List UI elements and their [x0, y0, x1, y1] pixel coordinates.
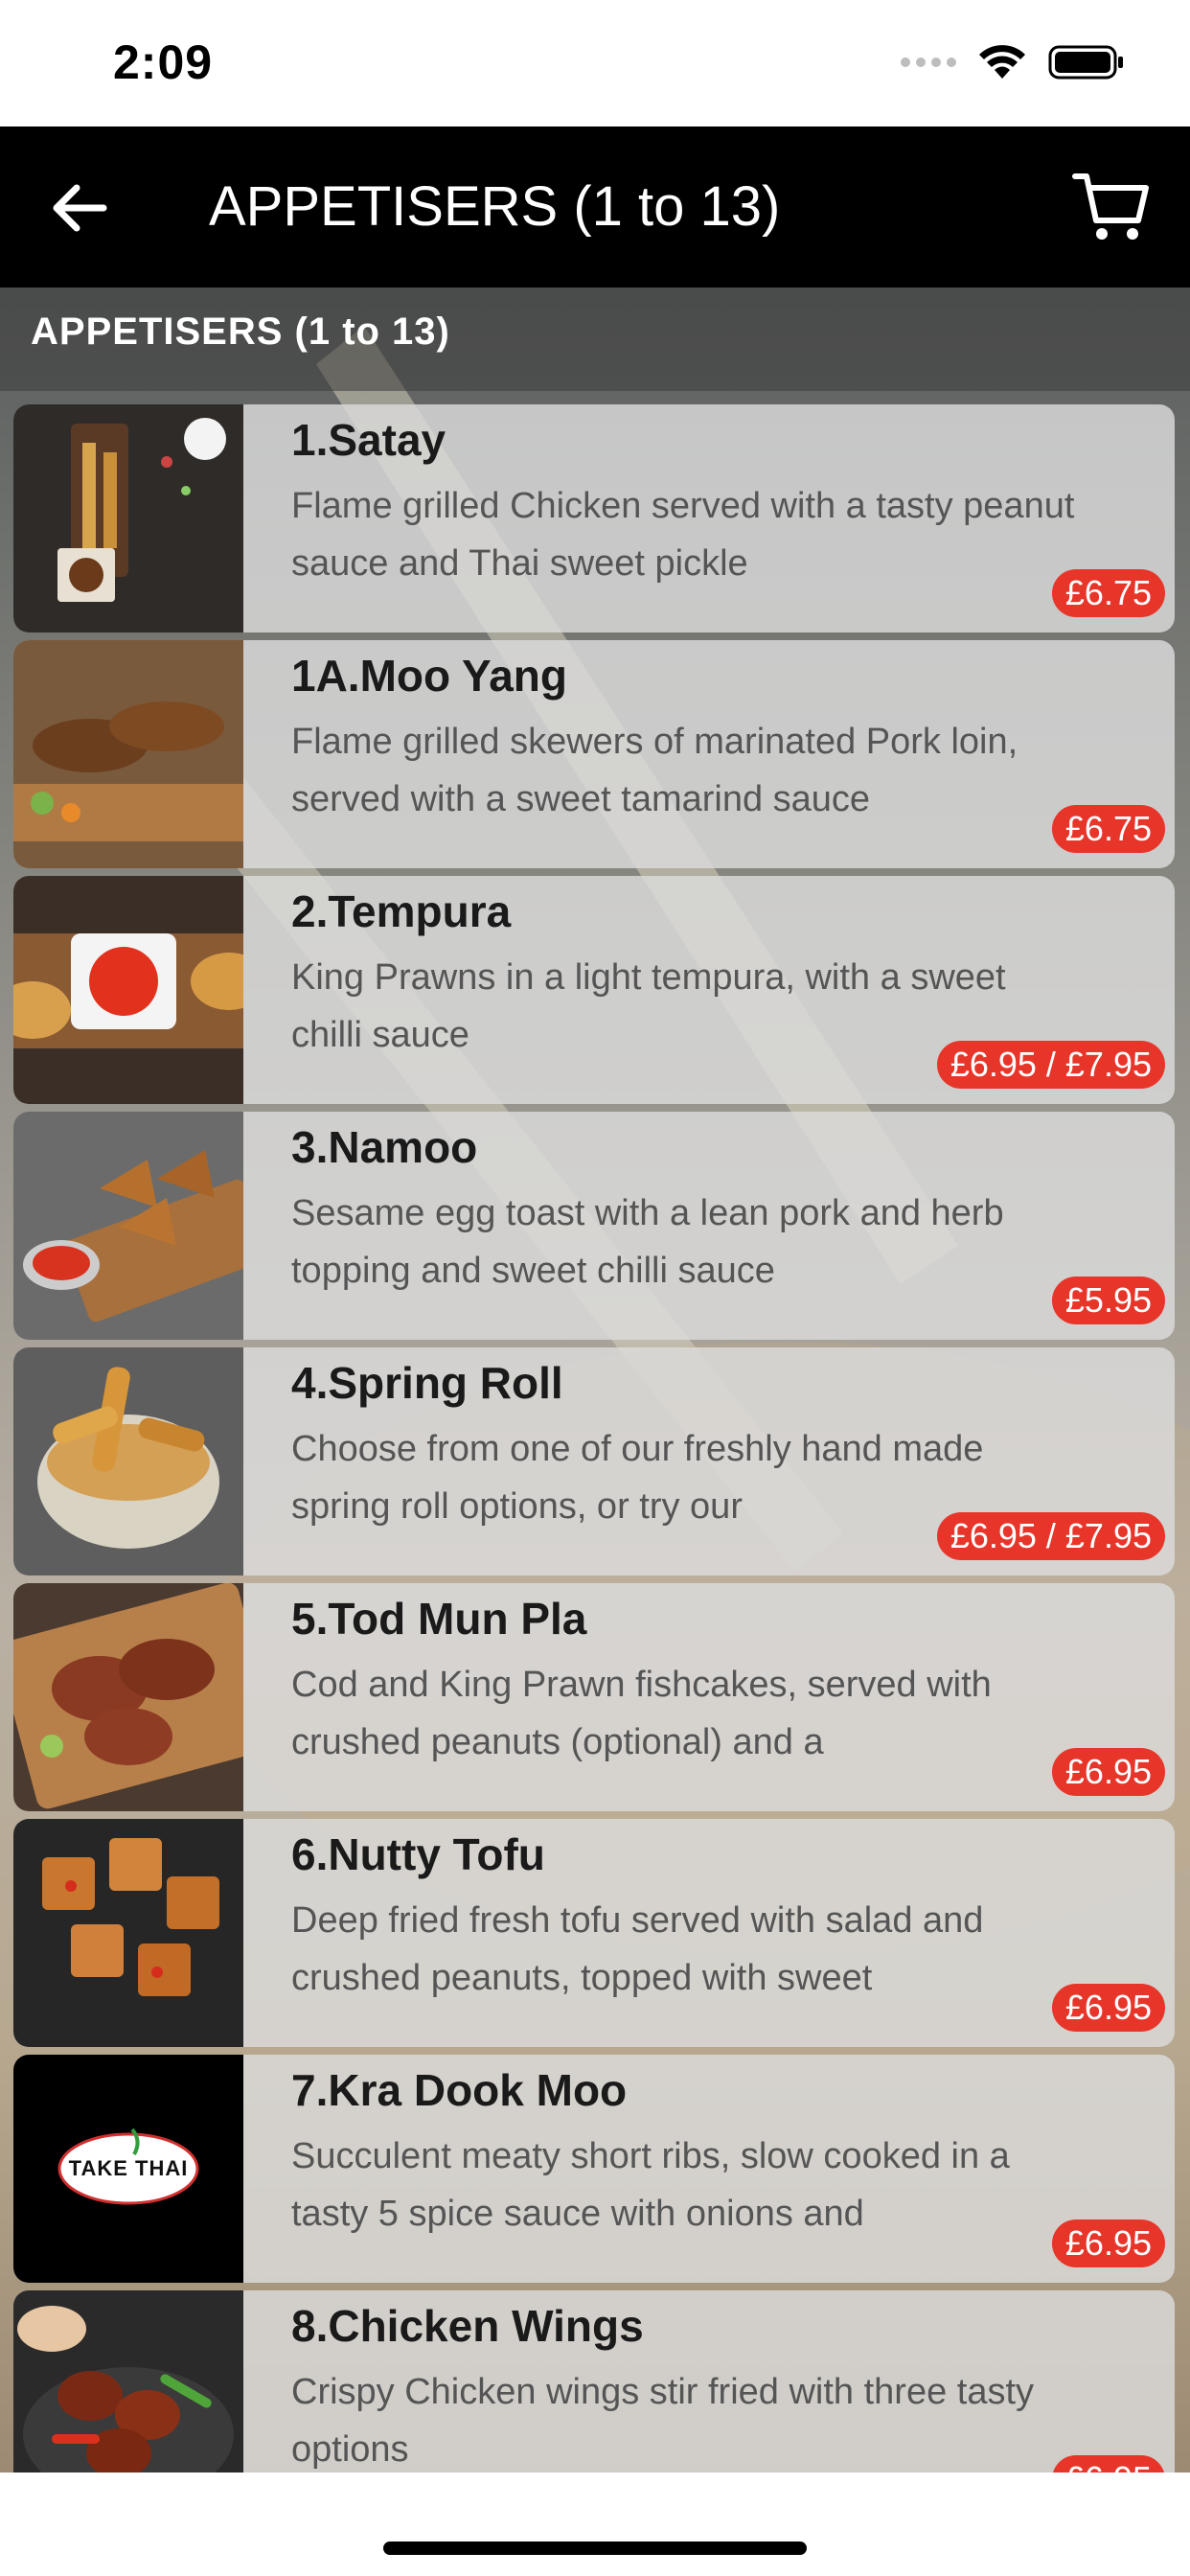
home-indicator[interactable] [383, 2542, 807, 2555]
item-description: Flame grilled Chicken served with a tast… [291, 486, 1075, 584]
price-badge: £6.95 [1051, 1748, 1165, 1796]
menu-item[interactable]: 6.Nutty Tofu Deep fried fresh tofu serve… [13, 1819, 1175, 2047]
menu-item[interactable]: TAKE THAI 7.Kra Dook Moo Succulent meaty… [13, 2055, 1175, 2283]
item-name: 5.Tod Mun Pla [291, 1594, 587, 1644]
item-description: Sesame egg toast with a lean pork and he… [291, 1193, 1004, 1291]
price-badge: £6.95 [1051, 1984, 1165, 2032]
item-name: 1.Satay [291, 415, 446, 465]
item-thumbnail [13, 640, 243, 868]
menu-item[interactable]: 8.Chicken Wings Crispy Chicken wings sti… [13, 2290, 1175, 2472]
item-description: Crispy Chicken wings stir fried with thr… [291, 2372, 1035, 2470]
price-badge: £6.75 [1051, 805, 1165, 853]
price-badge: £6.95 / £7.95 [936, 1041, 1165, 1089]
shopping-cart-icon [1072, 173, 1149, 240]
item-thumbnail [13, 1819, 243, 2047]
item-name: 8.Chicken Wings [291, 2301, 644, 2351]
menu-item[interactable]: 3.Namoo Sesame egg toast with a lean por… [13, 1112, 1175, 1340]
price-badge: £6.95 [1051, 2220, 1165, 2267]
menu-item[interactable]: 1A.Moo Yang Flame grilled skewers of mar… [13, 640, 1175, 868]
item-name: 6.Nutty Tofu [291, 1829, 545, 1879]
item-thumbnail [13, 1112, 243, 1340]
item-description: Succulent meaty short ribs, slow cooked … [291, 2136, 1010, 2234]
item-thumbnail [13, 2290, 243, 2472]
menu-item[interactable]: 5.Tod Mun Pla Cod and King Prawn fishcak… [13, 1583, 1175, 1811]
home-indicator-area [0, 2472, 1190, 2576]
item-description: Flame grilled skewers of marinated Pork … [291, 722, 1018, 819]
item-thumbnail [13, 876, 243, 1104]
page-title: APPETISERS (1 to 13) [209, 175, 781, 238]
cellular-signal-icon [901, 58, 956, 67]
item-description: Deep fried fresh tofu served with salad … [291, 1900, 984, 1998]
menu-item[interactable]: 4.Spring Roll Choose from one of our fre… [13, 1347, 1175, 1576]
back-button[interactable] [46, 174, 113, 242]
status-time: 2:09 [113, 35, 214, 89]
item-thumbnail: TAKE THAI [13, 2055, 243, 2283]
item-thumbnail [13, 1583, 243, 1811]
status-bar: 2:09 [0, 0, 1190, 126]
menu-item[interactable]: 2.Tempura King Prawns in a light tempura… [13, 876, 1175, 1104]
wifi-icon [977, 44, 1027, 80]
cart-button[interactable] [1071, 167, 1152, 247]
navigation-bar: APPETISERS (1 to 13) [0, 126, 1190, 288]
price-badge: £6.75 [1051, 569, 1165, 617]
price-badge: £6.95 / £7.95 [936, 1512, 1165, 1560]
menu-list[interactable]: 1.Satay Flame grilled Chicken served wit… [13, 404, 1175, 2472]
item-name: 7.Kra Dook Moo [291, 2065, 628, 2115]
item-description: Cod and King Prawn fishcakes, served wit… [291, 1665, 992, 1762]
item-name: 3.Namoo [291, 1122, 478, 1172]
section-title: APPETISERS (1 to 13) [31, 310, 450, 353]
content-area[interactable]: APPETISERS (1 to 13) 1.Satay Flame grill… [0, 288, 1190, 2472]
item-thumbnail [13, 404, 243, 632]
menu-item[interactable]: 1.Satay Flame grilled Chicken served wit… [13, 404, 1175, 632]
status-icons [901, 44, 1125, 80]
logo-text: TAKE THAI [68, 2156, 189, 2180]
item-thumbnail [13, 1347, 243, 1576]
price-badge: £5.95 [1051, 1276, 1165, 1324]
battery-icon [1048, 44, 1125, 80]
item-name: 4.Spring Roll [291, 1358, 563, 1408]
arrow-left-icon [53, 184, 107, 232]
section-header: APPETISERS (1 to 13) [0, 288, 1190, 391]
item-name: 1A.Moo Yang [291, 651, 567, 701]
item-name: 2.Tempura [291, 886, 512, 936]
price-badge: £6.95 [1051, 2455, 1165, 2472]
